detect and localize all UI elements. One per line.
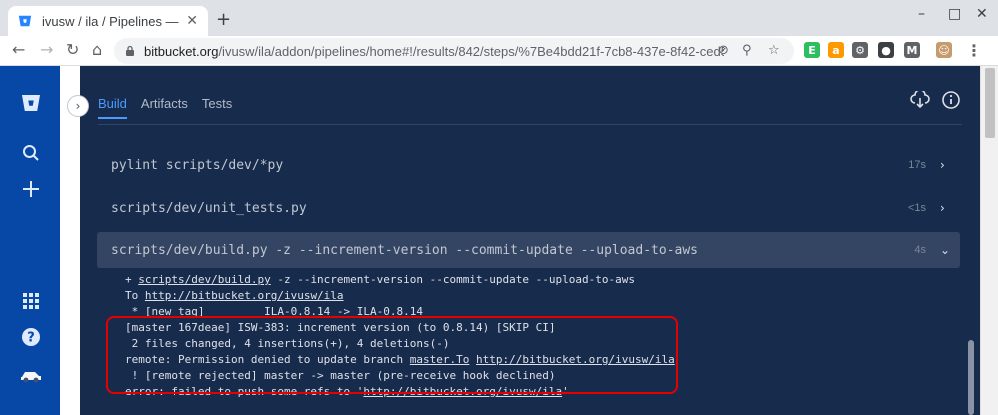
tab-artifacts[interactable]: Artifacts — [141, 96, 188, 119]
mendeley-icon[interactable]: M — [904, 42, 920, 58]
chevron-down-icon: ⌄ — [940, 243, 951, 257]
back-button[interactable]: ← — [12, 40, 25, 59]
pipeline-step[interactable]: pylint scripts/dev/*py 17s › — [97, 147, 960, 183]
step-command: scripts/dev/unit_tests.py — [111, 200, 307, 216]
log-scrollbar[interactable] — [968, 340, 974, 415]
step-duration: 4s — [914, 244, 926, 256]
window-close-button[interactable]: ✕ — [976, 6, 988, 22]
bookmark-star-icon[interactable]: ☆ — [768, 43, 780, 58]
log-text: -z --increment-version --commit-update -… — [270, 273, 635, 286]
log-line: To http://bitbucket.org/ivusw/ila — [125, 288, 955, 304]
home-button[interactable]: ⌂ — [92, 40, 102, 59]
url-path: /ivusw/ila/addon/pipelines/home#!/result… — [218, 43, 724, 59]
search-icon[interactable] — [20, 142, 42, 164]
extension-gear-icon[interactable]: ⚙ — [852, 42, 868, 58]
maximize-button[interactable]: □ — [948, 6, 961, 22]
pipeline-tabs: Build Artifacts Tests — [98, 96, 232, 119]
log-link[interactable]: scripts/dev/build.py — [138, 273, 270, 286]
chevron-right-icon: › — [940, 158, 945, 172]
menu-dots-icon[interactable]: ⋮ — [966, 41, 982, 60]
address-bar[interactable]: bitbucket.org/ivusw/ila/addon/pipelines/… — [114, 38, 794, 64]
error-highlight-box — [106, 316, 678, 394]
evernote-icon[interactable]: E — [804, 42, 820, 58]
pipeline-step-expanded[interactable]: scripts/dev/build.py -z --increment-vers… — [97, 232, 960, 268]
url-text: bitbucket.org/ivusw/ila/addon/pipelines/… — [144, 44, 724, 59]
log-line: + scripts/dev/build.py -z --increment-ve… — [125, 272, 955, 288]
tab-build[interactable]: Build — [98, 96, 127, 119]
bitbucket-favicon-icon — [18, 15, 32, 27]
step-duration: 17s — [908, 159, 926, 171]
zoom-icon[interactable]: ⚲ — [742, 43, 752, 58]
tabs-divider — [98, 124, 962, 125]
tab-title: ivusw / ila / Pipelines — B — [42, 13, 181, 29]
tab-close-icon[interactable]: ✕ — [186, 13, 198, 29]
step-duration: <1s — [907, 202, 926, 214]
chevron-right-icon: › — [940, 201, 945, 215]
bitbucket-logo-icon[interactable] — [20, 92, 42, 114]
browser-tabstrip: ivusw / ila / Pipelines — B ✕ + – □ ✕ — [0, 0, 998, 36]
svg-text:?: ? — [27, 331, 35, 346]
url-host: bitbucket.org — [144, 43, 219, 59]
info-icon[interactable] — [942, 91, 960, 113]
download-cloud-icon[interactable] — [910, 89, 930, 113]
step-command: pylint scripts/dev/*py — [111, 157, 284, 173]
page-scrollbar-thumb[interactable] — [985, 68, 995, 138]
step-command: scripts/dev/build.py -z --increment-vers… — [111, 242, 698, 258]
tab-tests[interactable]: Tests — [202, 96, 232, 119]
app-switcher-icon[interactable] — [20, 290, 42, 312]
create-plus-icon[interactable] — [20, 178, 42, 200]
camera-icon[interactable]: ● — [878, 42, 894, 58]
help-icon[interactable]: ? — [20, 326, 42, 348]
browser-toolbar: ← → ↻ ⌂ bitbucket.org/ivusw/ila/addon/pi… — [0, 36, 998, 66]
profile-avatar-icon[interactable]: ☺ — [936, 42, 952, 58]
pipeline-step[interactable]: scripts/dev/unit_tests.py <1s › — [97, 190, 960, 226]
collapse-sidebar-button[interactable]: › — [68, 96, 88, 116]
reload-button[interactable]: ↻ — [66, 40, 79, 59]
cookie-blocked-icon[interactable]: ⊘ — [718, 43, 729, 58]
amazon-icon[interactable]: a — [828, 42, 844, 58]
minimize-button[interactable]: – — [918, 6, 925, 22]
page-scrollbar[interactable] — [980, 66, 998, 415]
user-avatar-icon[interactable] — [20, 364, 42, 386]
log-link[interactable]: http://bitbucket.org/ivusw/ila — [145, 289, 344, 302]
new-tab-button[interactable]: + — [216, 9, 231, 30]
log-text: + — [125, 273, 139, 286]
log-text: To — [125, 289, 145, 302]
bitbucket-sidebar: ? — [0, 66, 60, 415]
lock-icon — [126, 45, 134, 56]
browser-tab[interactable]: ivusw / ila / Pipelines — B ✕ — [8, 6, 208, 36]
forward-button[interactable]: → — [40, 40, 53, 59]
